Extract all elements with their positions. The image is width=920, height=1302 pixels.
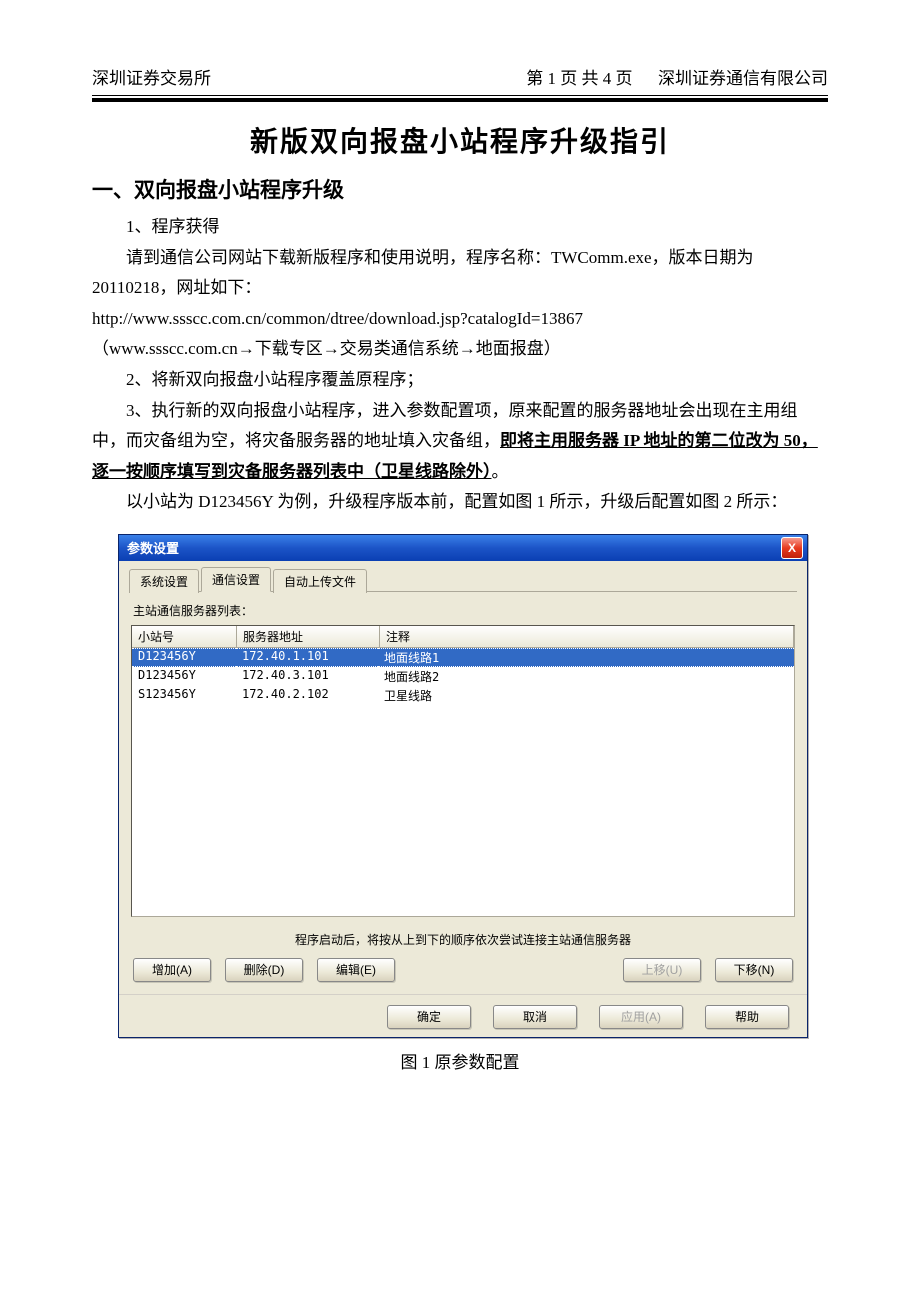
dialog-title: 参数设置 bbox=[127, 538, 179, 557]
list-row[interactable]: D123456Y 172.40.3.101 地面线路2 bbox=[132, 667, 794, 686]
para-3: 2、将新双向报盘小站程序覆盖原程序； bbox=[92, 365, 828, 396]
header-right: 深圳证券通信有限公司 bbox=[658, 69, 828, 88]
para-4: 3、执行新的双向报盘小站程序，进入参数配置项，原来配置的服务器地址会出现在主用组… bbox=[92, 396, 828, 488]
cell-station: D123456Y bbox=[132, 667, 236, 686]
dialog-footer: 确定 取消 应用(A) 帮助 bbox=[119, 994, 807, 1037]
cell-note: 地面线路1 bbox=[378, 648, 794, 667]
cell-address: 172.40.2.102 bbox=[236, 686, 378, 705]
list-row[interactable]: D123456Y 172.40.1.101 地面线路1 bbox=[132, 648, 794, 667]
cell-note: 卫星线路 bbox=[378, 686, 794, 705]
cancel-button[interactable]: 取消 bbox=[493, 1005, 577, 1029]
header-left: 深圳证券交易所 bbox=[92, 64, 211, 89]
para-5: 以小站为 D123456Y 为例，升级程序版本前，配置如图 1 所示，升级后配置… bbox=[92, 487, 828, 518]
nav-path: （www.ssscc.com.cn→下载专区→交易类通信系统→地面报盘） bbox=[92, 334, 828, 365]
col-address[interactable]: 服务器地址 bbox=[237, 626, 380, 647]
ok-button[interactable]: 确定 bbox=[387, 1005, 471, 1029]
list-row[interactable]: S123456Y 172.40.2.102 卫星线路 bbox=[132, 686, 794, 705]
section-heading: 一、双向报盘小站程序升级 bbox=[92, 174, 828, 204]
figure-caption: 图 1 原参数配置 bbox=[92, 1048, 828, 1073]
apply-button[interactable]: 应用(A) bbox=[599, 1005, 683, 1029]
cell-station: D123456Y bbox=[132, 648, 236, 667]
cell-station: S123456Y bbox=[132, 686, 236, 705]
settings-dialog: 参数设置 X 系统设置 通信设置 自动上传文件 主站通信服务器列表： 小站号 服… bbox=[118, 534, 808, 1038]
listview-header: 小站号 服务器地址 注释 bbox=[132, 626, 794, 648]
cell-address: 172.40.3.101 bbox=[236, 667, 378, 686]
delete-button[interactable]: 删除(D) bbox=[225, 958, 303, 982]
hint-text: 程序启动后，将按从上到下的顺序依次尝试连接主站通信服务器 bbox=[129, 931, 797, 948]
doc-title: 新版双向报盘小站程序升级指引 bbox=[92, 120, 828, 160]
para-2: 请到通信公司网站下载新版程序和使用说明，程序名称：TWComm.exe，版本日期… bbox=[92, 243, 828, 304]
help-button[interactable]: 帮助 bbox=[705, 1005, 789, 1029]
col-note[interactable]: 注释 bbox=[380, 626, 794, 647]
add-button[interactable]: 增加(A) bbox=[133, 958, 211, 982]
close-icon: X bbox=[788, 541, 796, 555]
close-button[interactable]: X bbox=[781, 537, 803, 559]
cell-note: 地面线路2 bbox=[378, 667, 794, 686]
header-rule-bold bbox=[92, 98, 828, 102]
server-list-label: 主站通信服务器列表： bbox=[133, 602, 797, 619]
listview-body: D123456Y 172.40.1.101 地面线路1 D123456Y 172… bbox=[132, 648, 794, 705]
body-text: 1、程序获得 请到通信公司网站下载新版程序和使用说明，程序名称：TWComm.e… bbox=[92, 212, 828, 518]
para-1: 1、程序获得 bbox=[92, 212, 828, 243]
dialog-titlebar[interactable]: 参数设置 X bbox=[119, 535, 807, 561]
tab-system[interactable]: 系统设置 bbox=[129, 569, 199, 593]
edit-button[interactable]: 编辑(E) bbox=[317, 958, 395, 982]
tab-autoupload[interactable]: 自动上传文件 bbox=[273, 569, 367, 593]
header-page: 第 1 页 共 4 页 bbox=[526, 69, 632, 88]
server-listview[interactable]: 小站号 服务器地址 注释 D123456Y 172.40.1.101 地面线路1… bbox=[131, 625, 795, 917]
list-button-row: 增加(A) 删除(D) 编辑(E) 上移(U) 下移(N) bbox=[129, 958, 797, 982]
tab-strip: 系统设置 通信设置 自动上传文件 bbox=[129, 567, 797, 592]
col-station[interactable]: 小站号 bbox=[132, 626, 237, 647]
moveup-button[interactable]: 上移(U) bbox=[623, 958, 701, 982]
page-header: 深圳证券交易所 第 1 页 共 4 页 深圳证券通信有限公司 bbox=[92, 64, 828, 89]
cell-address: 172.40.1.101 bbox=[236, 648, 378, 667]
movedown-button[interactable]: 下移(N) bbox=[715, 958, 793, 982]
para-4c: 。 bbox=[492, 462, 509, 481]
header-rule-thin bbox=[92, 95, 828, 96]
tab-comm[interactable]: 通信设置 bbox=[201, 567, 271, 592]
url-line: http://www.ssscc.com.cn/common/dtree/dow… bbox=[92, 304, 828, 335]
